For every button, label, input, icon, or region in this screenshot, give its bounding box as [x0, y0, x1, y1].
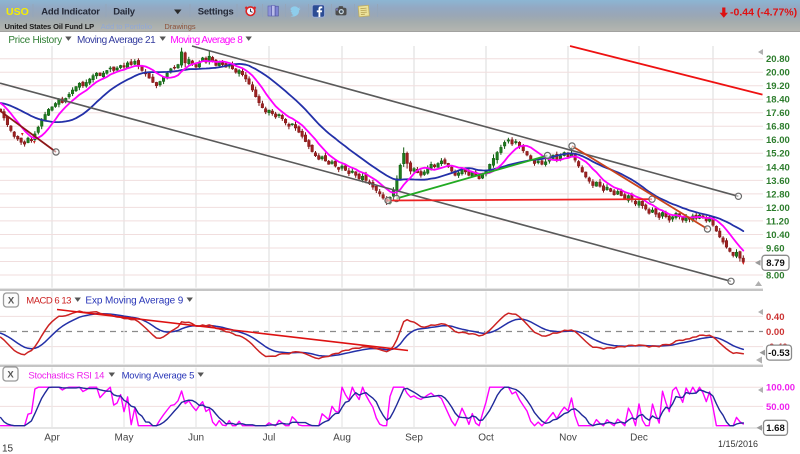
- svg-text:Oct: Oct: [478, 433, 494, 444]
- svg-text:USO: USO: [6, 6, 29, 18]
- svg-text:Drawings: Drawings: [164, 22, 196, 31]
- svg-text:Moving Average 5: Moving Average 5: [122, 371, 195, 382]
- svg-text:United States Oil Fund LP: United States Oil Fund LP: [5, 22, 95, 31]
- svg-text:Exp Moving Average 9: Exp Moving Average 9: [85, 296, 183, 307]
- svg-text:Settings: Settings: [198, 7, 234, 18]
- svg-text:X: X: [7, 370, 14, 381]
- svg-text:12.80: 12.80: [766, 189, 790, 200]
- svg-text:8.79: 8.79: [766, 258, 785, 269]
- svg-text:Add Indicator: Add Indicator: [41, 7, 100, 18]
- svg-text:Nov: Nov: [559, 433, 577, 444]
- svg-text:17.60: 17.60: [766, 108, 790, 119]
- svg-text:12.00: 12.00: [766, 203, 790, 214]
- svg-text:14.40: 14.40: [766, 162, 790, 173]
- svg-text:0.00: 0.00: [766, 327, 785, 338]
- svg-text:Sep: Sep: [405, 433, 423, 444]
- svg-text:18.40: 18.40: [766, 95, 790, 106]
- svg-text:1.68: 1.68: [766, 423, 785, 434]
- svg-text:8.00: 8.00: [766, 270, 785, 281]
- svg-text:Stochastics RSI 14: Stochastics RSI 14: [28, 371, 104, 382]
- svg-text:Dec: Dec: [630, 433, 648, 444]
- svg-text:20.80: 20.80: [766, 54, 790, 65]
- svg-text:Jun: Jun: [188, 433, 204, 444]
- svg-text:Price History: Price History: [8, 35, 62, 46]
- svg-text:9.60: 9.60: [766, 243, 785, 254]
- svg-text:10.40: 10.40: [766, 230, 790, 241]
- svg-text:MACD 6 13: MACD 6 13: [26, 296, 71, 307]
- svg-text:May: May: [115, 433, 134, 444]
- svg-text:100.00: 100.00: [766, 383, 795, 394]
- svg-text:20.00: 20.00: [766, 68, 790, 79]
- svg-text:Jul: Jul: [263, 433, 276, 444]
- svg-text:16.80: 16.80: [766, 122, 790, 133]
- svg-text:15.20: 15.20: [766, 149, 790, 160]
- svg-text:Apr: Apr: [44, 433, 60, 444]
- svg-text:19.20: 19.20: [766, 81, 790, 92]
- svg-text:X: X: [8, 296, 15, 307]
- svg-text:0.40: 0.40: [766, 312, 785, 323]
- svg-text:Moving Average 21: Moving Average 21: [77, 35, 156, 46]
- svg-text:Moving Average 8: Moving Average 8: [170, 35, 243, 46]
- svg-text:Aug: Aug: [333, 433, 351, 444]
- svg-text:Daily: Daily: [113, 7, 136, 18]
- svg-text:16.00: 16.00: [766, 135, 790, 146]
- svg-text:15: 15: [2, 444, 14, 454]
- svg-text:Add to Portfolio: Add to Portfolio: [101, 22, 152, 31]
- svg-text:-0.44 (-4.77%): -0.44 (-4.77%): [730, 7, 797, 19]
- svg-text:-0.53: -0.53: [768, 348, 790, 359]
- svg-text:11.20: 11.20: [766, 216, 789, 227]
- svg-text:1/15/2016: 1/15/2016: [718, 439, 758, 449]
- svg-text:50.00: 50.00: [766, 402, 790, 413]
- svg-text:13.60: 13.60: [766, 176, 790, 187]
